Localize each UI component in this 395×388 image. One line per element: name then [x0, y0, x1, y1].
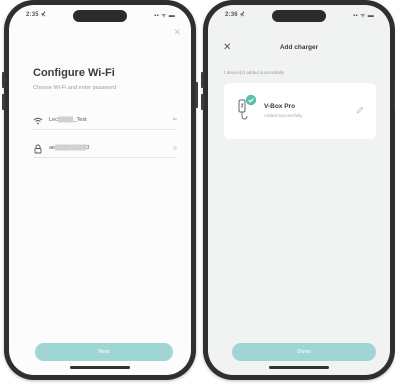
home-indicator: [269, 366, 329, 369]
volume-up-button: [201, 72, 204, 88]
power-button: [195, 82, 198, 108]
page-title: Configure Wi-Fi: [33, 67, 115, 79]
dynamic-island: [272, 10, 326, 22]
status-time: 2:35 ⊀: [26, 12, 46, 18]
device-status: Added successfully: [264, 113, 303, 118]
nav-title: Add charger: [279, 44, 319, 51]
success-badge-icon: [245, 94, 257, 106]
wifi-password-value: ae▒▒▒▒▒▒▒▒3: [49, 145, 90, 151]
device-name: V-Box Pro: [264, 103, 296, 110]
next-button[interactable]: Next: [35, 343, 173, 361]
add-charger-screen: 2:36 ⊀ ▪▪ ᯤ ▬ ✕ Add charger 1 device(s) …: [208, 5, 390, 375]
page-subtitle: Choose Wi-Fi and enter password: [33, 85, 117, 91]
phone-add-charger: 2:36 ⊀ ▪▪ ᯤ ▬ ✕ Add charger 1 device(s) …: [201, 0, 395, 380]
devices-added-label: 1 device(s) added successfully: [223, 70, 285, 75]
edit-icon[interactable]: [356, 106, 364, 114]
volume-up-button: [2, 72, 5, 88]
status-time: 2:36 ⊀: [225, 12, 245, 18]
phone-configure-wifi: 2:35 ⊀ ▪▪ ᯤ ▬ ✕ Configure Wi-Fi Choose W…: [2, 0, 198, 380]
status-bar: 2:35 ⊀ ▪▪ ᯤ ▬: [9, 5, 191, 23]
wifi-icon: [33, 117, 43, 125]
lock-icon: [34, 144, 42, 154]
status-icons: ▪▪ ᯤ ▬: [353, 13, 374, 19]
switch-network-icon[interactable]: ⇆: [173, 117, 177, 123]
device-card[interactable]: V-Box Pro Added successfully: [224, 83, 376, 139]
wifi-network-field[interactable]: Lec▒▒▒▒_Test ⇆: [33, 113, 177, 130]
volume-down-button: [201, 94, 204, 110]
show-password-icon[interactable]: ◎: [173, 145, 177, 151]
wifi-screen: 2:35 ⊀ ▪▪ ᯤ ▬ ✕ Configure Wi-Fi Choose W…: [9, 5, 191, 375]
wifi-password-field[interactable]: ae▒▒▒▒▒▒▒▒3 ◎: [33, 141, 177, 158]
close-icon[interactable]: ✕: [173, 27, 181, 38]
volume-down-button: [2, 94, 5, 110]
status-icons: ▪▪ ᯤ ▬: [154, 13, 175, 19]
ev-charger-icon: [238, 94, 257, 120]
dynamic-island: [73, 10, 127, 22]
wifi-network-value: Lec▒▒▒▒_Test: [49, 117, 87, 123]
done-button[interactable]: Done: [232, 343, 376, 361]
home-indicator: [70, 366, 130, 369]
status-bar: 2:36 ⊀ ▪▪ ᯤ ▬: [208, 5, 390, 23]
